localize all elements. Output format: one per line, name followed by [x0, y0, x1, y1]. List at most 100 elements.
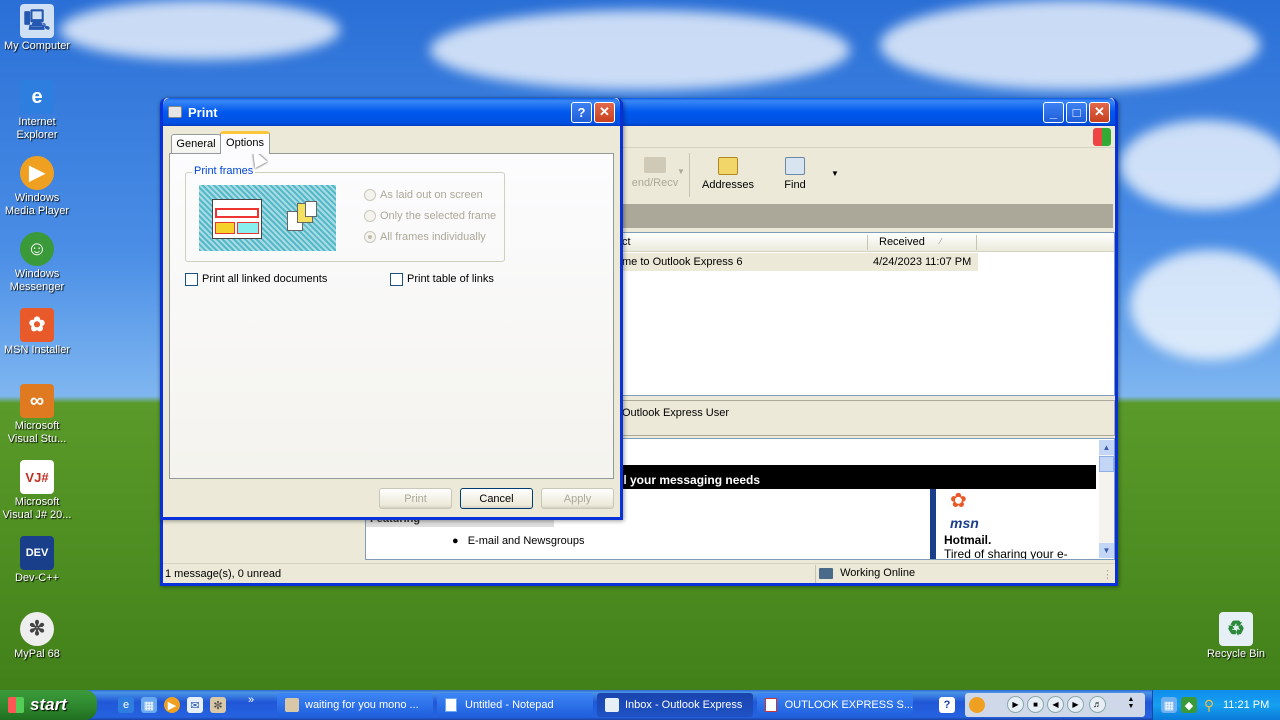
scroll-up-icon[interactable]: ▲ [1099, 440, 1114, 455]
notepad-icon [445, 698, 457, 712]
tab-general[interactable]: General [171, 134, 221, 153]
taskbar-item-outlook[interactable]: Inbox - Outlook Express [597, 693, 753, 717]
start-button[interactable]: start [0, 690, 97, 720]
close-button[interactable]: ✕ [1089, 101, 1110, 123]
visual-studio-icon: ∞ [20, 384, 54, 418]
desktop-icon-label: Windows Media Player [4, 192, 70, 217]
find-icon [785, 157, 805, 175]
dev-cpp-icon: DEV [20, 536, 54, 570]
search-icon[interactable]: ⚲ [1201, 697, 1217, 713]
message-list: ct Received ⁄ me to Outlook Express 6 4/… [621, 232, 1115, 396]
desktop-icon-label: Recycle Bin [1206, 648, 1266, 660]
message-subject: me to Outlook Express 6 [622, 256, 743, 268]
address-book-icon [718, 157, 738, 175]
print-linked-documents-checkbox[interactable]: Print all linked documents [185, 272, 365, 288]
status-divider [815, 565, 816, 583]
frame-layout-icon [212, 199, 262, 239]
addresses-button[interactable]: Addresses [695, 157, 761, 191]
stop-icon[interactable]: ■ [1027, 696, 1044, 713]
maximize-button[interactable]: □ [1066, 101, 1087, 123]
play-icon[interactable]: ▶ [1007, 696, 1024, 713]
send-recv-dropdown-icon[interactable]: ▼ [677, 167, 685, 176]
checkbox[interactable] [390, 273, 403, 286]
online-computer-icon [819, 567, 833, 579]
checkbox[interactable] [185, 273, 198, 286]
taskbar-item-mono[interactable]: waiting for you mono ... [277, 693, 433, 717]
scroll-down-icon[interactable]: ▼ [1099, 543, 1114, 558]
preview-header: Outlook Express User [621, 400, 1115, 436]
print-dialog-titlebar: Print ? ✕ [163, 98, 620, 126]
folder-header-bar [621, 204, 1113, 228]
print-button[interactable]: Print [379, 488, 452, 509]
print-table-of-links-checkbox[interactable]: Print table of links [390, 272, 570, 288]
internet-explorer-icon: e [20, 80, 54, 114]
network-icon[interactable]: ▦ [1161, 697, 1177, 713]
find-button[interactable]: Find [767, 157, 823, 191]
printer-icon [168, 106, 182, 118]
find-dropdown-icon[interactable]: ▼ [831, 169, 839, 178]
quick-launch-desktop-icon[interactable]: ▦ [141, 697, 157, 713]
desktop-icon-windows-messenger[interactable]: ☺ Windows Messenger [0, 232, 74, 294]
cancel-button[interactable]: Cancel [460, 488, 533, 509]
radio-button[interactable] [364, 210, 376, 222]
message-row[interactable]: me to Outlook Express 6 4/24/2023 11:07 … [622, 253, 978, 271]
taskbar-item-notepad[interactable]: Untitled - Notepad [437, 693, 593, 717]
msn-hotmail-ad[interactable]: ✿ msn Hotmail. Tired of sharing your e- [930, 489, 1096, 559]
volume-icon[interactable]: ♬ [1089, 696, 1106, 713]
preview-to: Outlook Express User [622, 407, 729, 419]
windows-logo-icon [8, 697, 24, 713]
preview-scrollbar[interactable]: ▲ ▼ [1099, 440, 1114, 558]
apply-button[interactable]: Apply [541, 488, 614, 509]
desktop-icon-msn-installer[interactable]: ✿ MSN Installer [0, 308, 74, 357]
toolbar-separator [689, 153, 690, 197]
received-column-header[interactable]: Received [879, 236, 925, 248]
document-pages-icon [287, 201, 317, 237]
next-icon[interactable]: ▶ [1067, 696, 1084, 713]
desktop-icon-visual-jsharp[interactable]: VJ# Microsoft Visual J# 20... [0, 460, 74, 522]
previous-icon[interactable]: ◀ [1047, 696, 1064, 713]
send-recv-icon [644, 157, 666, 173]
desktop-icon-label: MyPal 68 [14, 648, 60, 660]
hotmail-logo: Hotmail. [944, 533, 992, 547]
radio-button[interactable] [364, 231, 376, 243]
quick-launch-expand-icon[interactable]: » [248, 694, 254, 706]
print-frames-legend: Print frames [192, 165, 256, 177]
message-count: 1 message(s), 0 unread [165, 568, 282, 580]
quick-launch-media-icon[interactable]: ▶ [164, 697, 180, 713]
taskbar-item-outlook-express-s[interactable]: OUTLOOK EXPRESS S... [757, 693, 913, 717]
tab-options[interactable]: Options [220, 131, 270, 154]
quick-launch-ie-icon[interactable]: e [118, 697, 134, 713]
quick-launch-outlook-icon[interactable]: ✉ [187, 697, 203, 713]
desktop-icon-windows-media-player[interactable]: ▶ Windows Media Player [0, 156, 74, 218]
close-button[interactable]: ✕ [594, 101, 615, 123]
sort-ascending-icon: ⁄ [940, 237, 942, 246]
help-button[interactable]: ? [571, 101, 592, 123]
desktop-icon-label: Dev-C++ [14, 572, 60, 584]
computer-icon: 🖳 [20, 4, 54, 38]
minimize-button[interactable]: _ [1043, 101, 1064, 123]
print-dialog: Print ? ✕ General Options Print frames A… [160, 98, 623, 520]
media-menu-icon[interactable]: ▲ ▼ [1125, 696, 1137, 713]
message-received: 4/24/2023 11:07 PM [873, 256, 972, 268]
help-icon[interactable]: ? [939, 697, 955, 713]
security-shield-icon[interactable]: ◆ [1181, 697, 1197, 713]
desktop-icon-my-computer[interactable]: 🖳 My Computer [0, 4, 74, 53]
resize-grip-icon[interactable]: ⋮ [1102, 568, 1113, 581]
desktop-icon-label: MSN Installer [3, 344, 71, 356]
desktop-icon-dev-cpp[interactable]: DEV Dev-C++ [0, 536, 74, 585]
subject-column-header[interactable]: ct [622, 236, 631, 248]
desktop-icon-internet-explorer[interactable]: e Internet Explorer [0, 80, 74, 142]
desktop-icon-mypal[interactable]: ✼ MyPal 68 [0, 612, 74, 661]
send-recv-button[interactable]: end/Recv [625, 157, 685, 189]
column-headers: ct Received ⁄ [622, 233, 1114, 252]
bullet-icon: ● [452, 535, 459, 547]
desktop-icon-visual-studio[interactable]: ∞ Microsoft Visual Stu... [0, 384, 74, 446]
recycle-bin-icon: ♻ [1219, 612, 1253, 646]
visual-jsharp-icon: VJ# [20, 460, 54, 494]
quick-launch-app-icon[interactable]: ✼ [210, 697, 226, 713]
scroll-thumb[interactable] [1099, 456, 1114, 472]
radio-button[interactable] [364, 189, 376, 201]
desktop-icon-recycle-bin[interactable]: ♻ Recycle Bin [1199, 612, 1273, 661]
messenger-icon: ☺ [20, 232, 54, 266]
desktop-icon-label: Microsoft Visual J# 20... [2, 496, 72, 521]
